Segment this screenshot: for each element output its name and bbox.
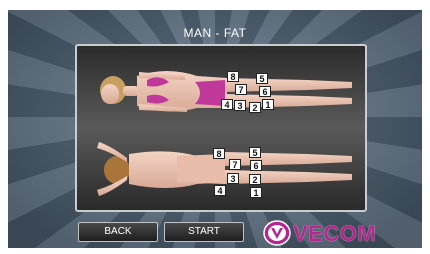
vecom-logo-text: VECOM: [293, 221, 377, 246]
back-zone-2[interactable]: 2: [249, 174, 261, 185]
front-zone-8[interactable]: 8: [227, 71, 239, 82]
back-zone-5[interactable]: 5: [249, 147, 261, 158]
back-button[interactable]: BACK: [78, 222, 158, 242]
back-zone-6[interactable]: 6: [250, 160, 262, 171]
start-button[interactable]: START: [164, 222, 244, 242]
screen: MAN - FAT 8 5 7 6 4 3 2 1 8 5 7 6 4 3 2 …: [8, 10, 422, 248]
page-title: MAN - FAT: [183, 26, 247, 40]
front-zone-4[interactable]: 4: [221, 99, 233, 110]
back-zone-1[interactable]: 1: [250, 187, 262, 198]
front-zone-6[interactable]: 6: [259, 86, 271, 97]
back-zone-4[interactable]: 4: [214, 185, 226, 196]
front-zone-7[interactable]: 7: [235, 84, 247, 95]
front-zone-3[interactable]: 3: [234, 100, 246, 111]
front-zone-2[interactable]: 2: [249, 102, 261, 113]
back-zone-3[interactable]: 3: [227, 173, 239, 184]
vecom-v-icon: [263, 220, 291, 246]
vecom-logo: VECOM: [263, 220, 418, 246]
front-zone-1[interactable]: 1: [262, 99, 274, 110]
back-zone-8[interactable]: 8: [213, 148, 225, 159]
front-zone-5[interactable]: 5: [256, 73, 268, 84]
body-zone-panel: 8 5 7 6 4 3 2 1 8 5 7 6 4 3 2 1: [75, 44, 367, 212]
back-zone-7[interactable]: 7: [229, 159, 241, 170]
